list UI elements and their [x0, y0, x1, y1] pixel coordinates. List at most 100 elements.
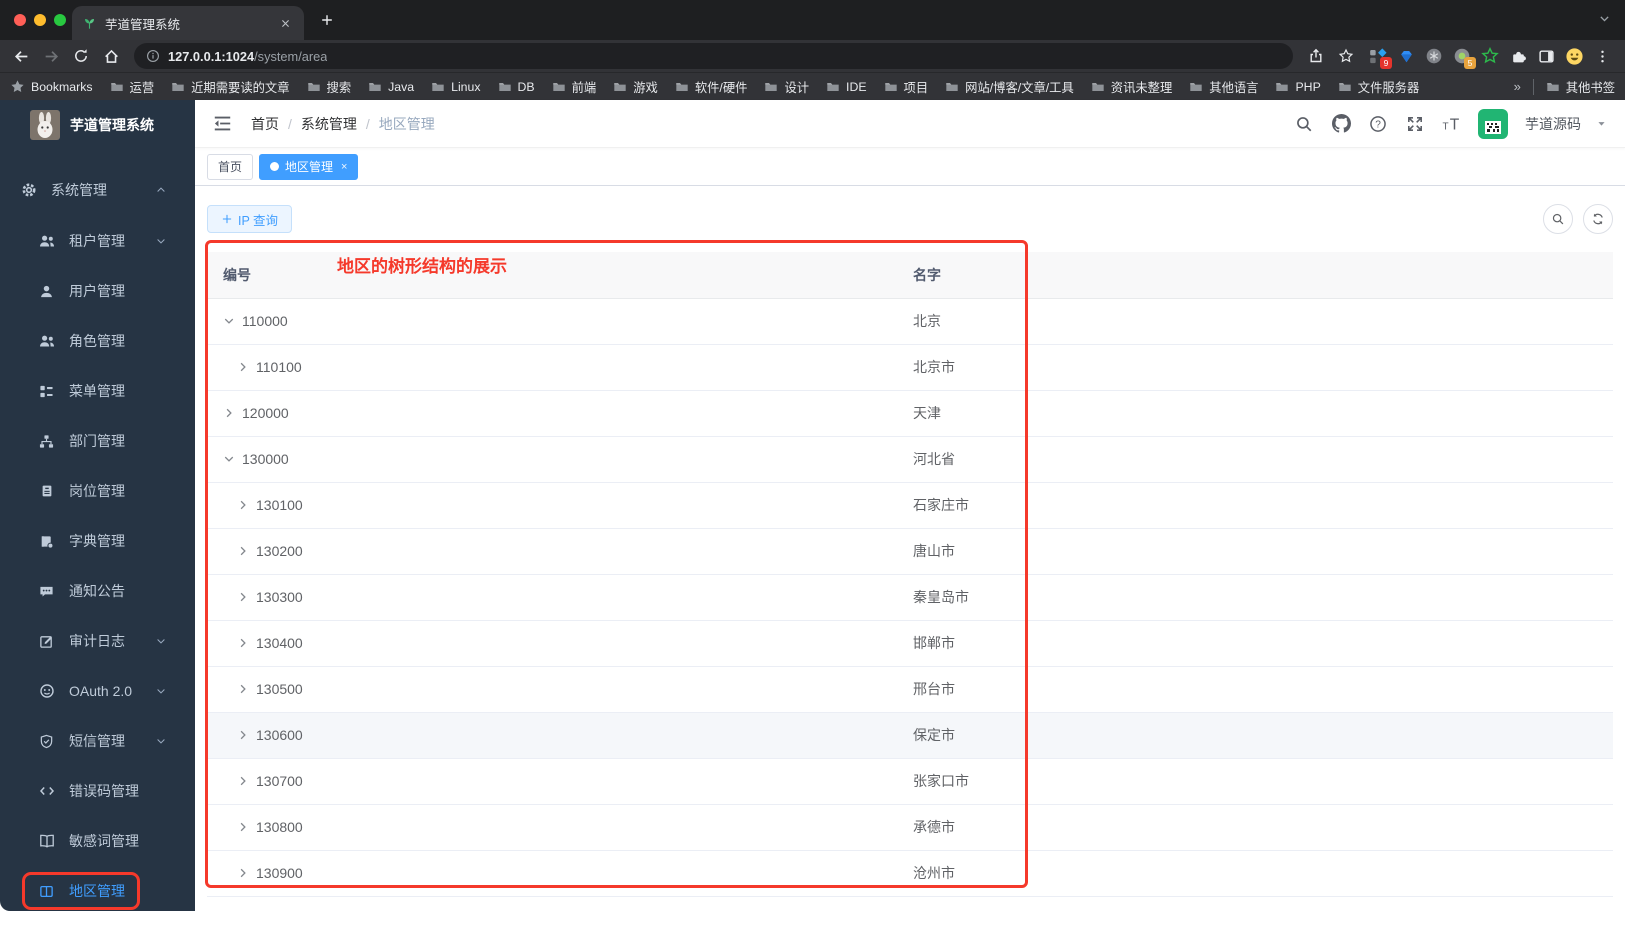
- bookmark-folder[interactable]: 近期需要读的文章: [171, 78, 290, 96]
- ip-query-button[interactable]: IP 查询: [207, 205, 293, 233]
- sidebar-item-sms[interactable]: 短信管理: [0, 716, 195, 766]
- forward-icon[interactable]: [38, 43, 64, 69]
- bookmark-folder[interactable]: 项目: [884, 78, 928, 96]
- bookmark-folder[interactable]: Linux: [431, 80, 481, 94]
- sidebar-item-error-code[interactable]: 错误码管理: [0, 766, 195, 816]
- close-window-button[interactable]: [14, 14, 26, 26]
- new-tab-button[interactable]: [314, 7, 340, 33]
- bookmark-folder[interactable]: 运营: [110, 78, 154, 96]
- breadcrumb-item[interactable]: 系统管理: [301, 114, 357, 134]
- site-info-icon[interactable]: [146, 49, 160, 63]
- green-star-extension-icon[interactable]: [1479, 45, 1501, 67]
- sidebar-item-notice[interactable]: 通知公告: [0, 566, 195, 616]
- bookmark-folder[interactable]: 资讯未整理: [1091, 78, 1172, 96]
- sidebar-item-role[interactable]: 角色管理: [0, 316, 195, 366]
- bookmarks-overflow-chevron[interactable]: »: [1514, 79, 1521, 94]
- expand-row-icon[interactable]: [237, 591, 249, 603]
- sidebar-item-area[interactable]: 地区管理: [0, 866, 195, 911]
- tag-首页[interactable]: 首页: [207, 153, 254, 180]
- reload-icon[interactable]: [68, 43, 94, 69]
- bookmark-folder[interactable]: DB: [498, 80, 535, 94]
- bookmark-folder[interactable]: IDE: [826, 80, 867, 94]
- collapse-row-icon[interactable]: [223, 315, 235, 327]
- sidebar-item-dept[interactable]: 部门管理: [0, 416, 195, 466]
- table-row[interactable]: 130400 邯郸市: [207, 620, 1613, 667]
- sidebar-item-dict[interactable]: 字典管理: [0, 516, 195, 566]
- table-row[interactable]: 130600 保定市: [207, 712, 1613, 759]
- bookmark-folder[interactable]: 软件/硬件: [675, 78, 747, 96]
- github-icon[interactable]: [1330, 113, 1352, 135]
- tab-close-icon[interactable]: [276, 14, 294, 32]
- menu-dots-icon[interactable]: [1591, 45, 1613, 67]
- sidebar-item-post[interactable]: 岗位管理: [0, 466, 195, 516]
- expand-row-icon[interactable]: [237, 867, 249, 879]
- puzzle-extensions-icon[interactable]: [1507, 45, 1529, 67]
- circle-extension-icon[interactable]: [1423, 45, 1445, 67]
- table-row[interactable]: 130100 石家庄市: [207, 482, 1613, 529]
- collapse-row-icon[interactable]: [223, 453, 235, 465]
- bookmark-folder[interactable]: 游戏: [613, 78, 658, 96]
- circle-dot-extension-icon[interactable]: 5: [1451, 45, 1476, 69]
- zoom-window-button[interactable]: [54, 14, 66, 26]
- minimize-window-button[interactable]: [34, 14, 46, 26]
- expand-row-icon[interactable]: [237, 545, 249, 557]
- tag-地区管理[interactable]: 地区管理 ×: [259, 153, 359, 180]
- sidebar-item-audit-log[interactable]: 审计日志: [0, 616, 195, 666]
- table-row[interactable]: 130200 唐山市: [207, 528, 1613, 575]
- table-row[interactable]: 130300 秦皇岛市: [207, 574, 1613, 621]
- tag-close-icon[interactable]: ×: [341, 161, 347, 173]
- home-icon[interactable]: [98, 43, 124, 69]
- sidebar-item-user[interactable]: 用户管理: [0, 266, 195, 316]
- expand-row-icon[interactable]: [237, 775, 249, 787]
- table-search-button[interactable]: [1543, 204, 1573, 234]
- fullscreen-icon[interactable]: [1404, 113, 1426, 135]
- expand-row-icon[interactable]: [237, 683, 249, 695]
- expand-row-icon[interactable]: [223, 407, 235, 419]
- sidebar-item-menu[interactable]: 菜单管理: [0, 366, 195, 416]
- sidebar-item-system[interactable]: 系统管理: [0, 164, 195, 216]
- bookmark-folder[interactable]: 前端: [552, 78, 596, 96]
- expand-row-icon[interactable]: [237, 361, 249, 373]
- user-name[interactable]: 芋道源码: [1525, 114, 1581, 134]
- bookmark-star-icon[interactable]: [1333, 43, 1359, 69]
- expand-row-icon[interactable]: [237, 821, 249, 833]
- bookmarks-root[interactable]: Bookmarks: [10, 79, 93, 94]
- sidebar-item-oauth2[interactable]: OAuth 2.0: [0, 666, 195, 716]
- sidebar-logo[interactable]: 芋道管理系统: [0, 100, 195, 150]
- table-row[interactable]: 130000 河北省: [207, 436, 1613, 483]
- bookmark-folder[interactable]: 搜索: [307, 78, 351, 96]
- gem-extension-icon[interactable]: [1395, 45, 1417, 67]
- eagle-extension-icon[interactable]: 9: [1367, 45, 1392, 69]
- font-size-icon[interactable]: TT: [1441, 113, 1463, 135]
- browser-tab[interactable]: 芋道管理系统: [72, 6, 304, 40]
- bookmark-folder[interactable]: 网站/博客/文章/工具: [945, 78, 1074, 96]
- sidebar-fold-icon[interactable]: [207, 109, 237, 139]
- bookmark-folder[interactable]: Java: [368, 80, 414, 94]
- sidebar-item-sensitive-word[interactable]: 敏感词管理: [0, 816, 195, 866]
- table-row[interactable]: 131000廊坊市: [207, 896, 1613, 911]
- user-caret-down-icon[interactable]: [1596, 118, 1607, 129]
- expand-row-icon[interactable]: [237, 499, 249, 511]
- user-avatar[interactable]: [1478, 108, 1508, 139]
- bookmark-folder[interactable]: 设计: [764, 78, 809, 96]
- refresh-button[interactable]: [1583, 204, 1613, 234]
- side-panel-icon[interactable]: [1535, 45, 1557, 67]
- table-row[interactable]: 130800 承德市: [207, 804, 1613, 851]
- url-bar[interactable]: 127.0.0.1:1024/system/area: [134, 43, 1293, 69]
- table-row[interactable]: 130900 沧州市: [207, 850, 1613, 897]
- profile-emoji-icon[interactable]: [1563, 45, 1585, 67]
- back-icon[interactable]: [8, 43, 34, 69]
- question-icon[interactable]: ?: [1367, 113, 1389, 135]
- share-icon[interactable]: [1303, 43, 1329, 69]
- bookmark-folder[interactable]: 其他语言: [1189, 78, 1258, 96]
- table-row[interactable]: 130700 张家口市: [207, 758, 1613, 805]
- bookmark-folder[interactable]: 文件服务器: [1338, 78, 1419, 96]
- sidebar-item-tenant[interactable]: 租户管理: [0, 216, 195, 266]
- table-row[interactable]: 130500 邢台市: [207, 666, 1613, 713]
- expand-row-icon[interactable]: [237, 637, 249, 649]
- breadcrumb-item[interactable]: 首页: [251, 114, 279, 134]
- table-row[interactable]: 120000 天津: [207, 390, 1613, 437]
- bookmark-folder[interactable]: PHP: [1275, 80, 1321, 94]
- tab-search-chevron-icon[interactable]: [1598, 12, 1611, 25]
- expand-row-icon[interactable]: [237, 729, 249, 741]
